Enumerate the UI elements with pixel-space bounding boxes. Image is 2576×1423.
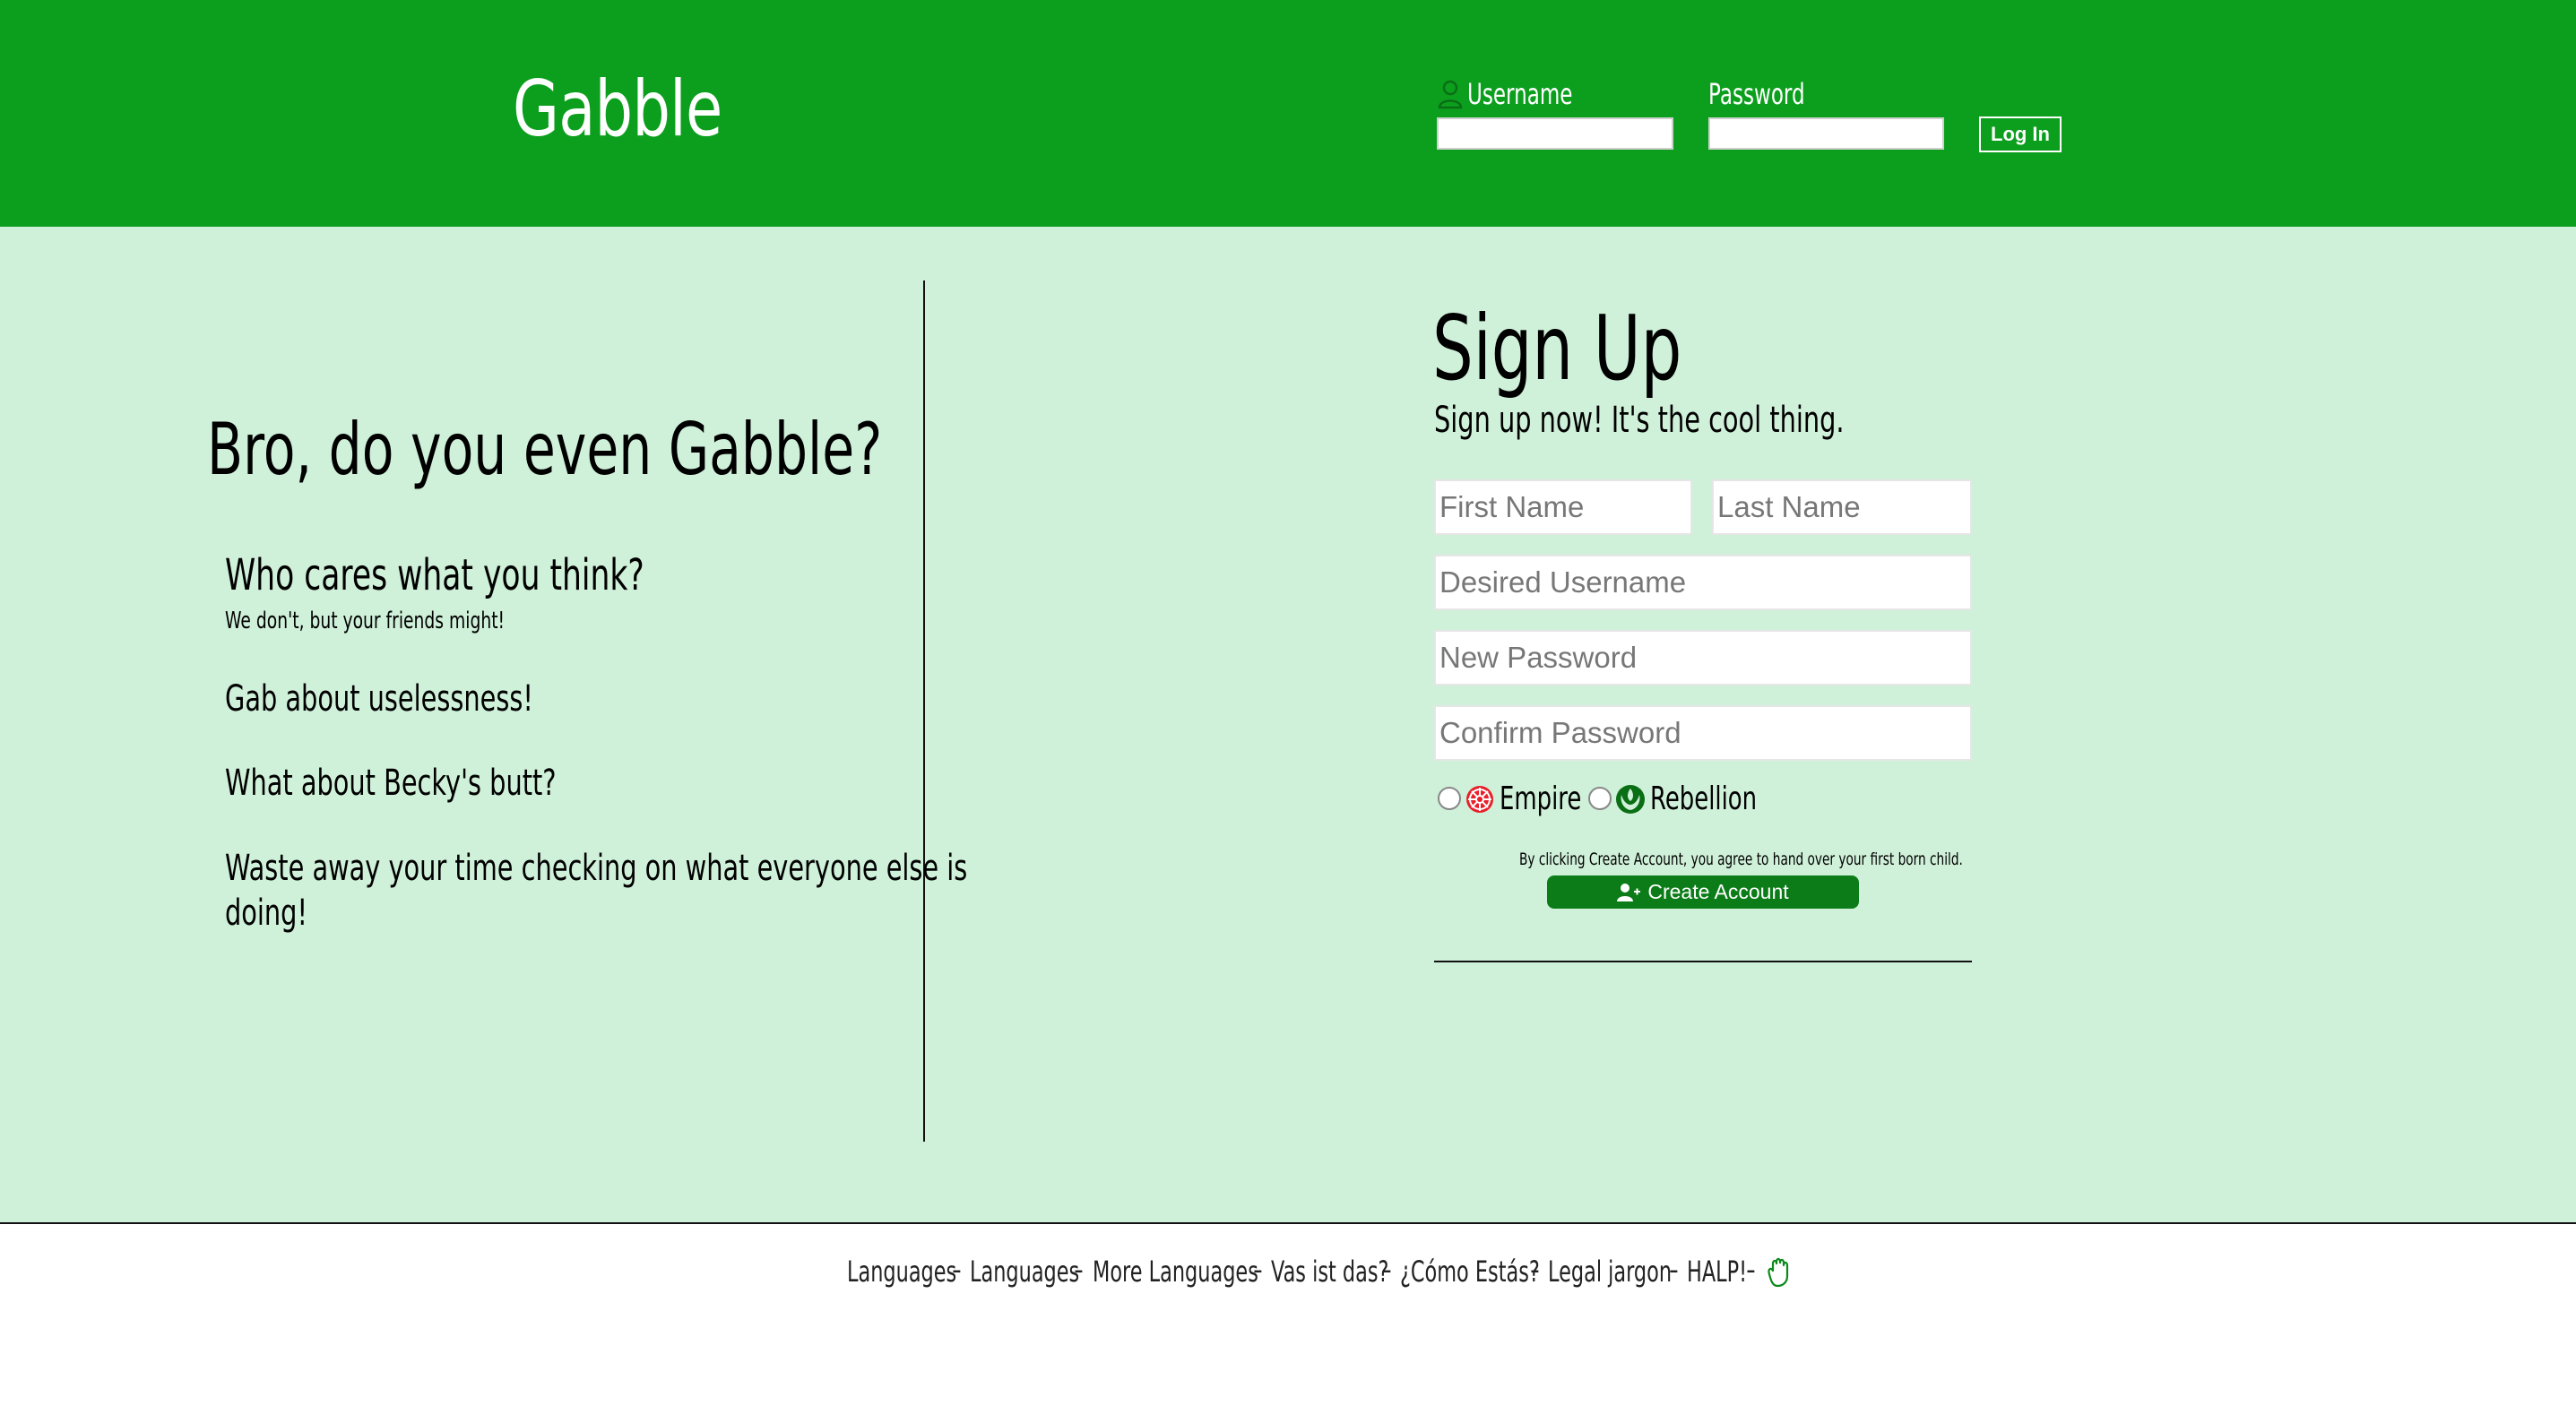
add-user-icon [1617,883,1641,901]
feature-title: Who cares what you think? [225,550,644,600]
desired-username-input[interactable] [1434,555,1972,610]
new-password-input[interactable] [1434,630,1972,686]
footer-link-more-languages[interactable]: More Languages [1093,1255,1258,1289]
login-password-input[interactable] [1708,117,1944,150]
feature-title-line: Waste away your time checking on what ev… [225,848,968,889]
footer-link-languages[interactable]: Languages [847,1255,956,1289]
first-name-input[interactable] [1434,479,1692,535]
footer-separator: - [1669,1255,1679,1286]
footer-separator: - [1074,1255,1084,1286]
feature-title: Gab about uselessness! [225,678,533,720]
rebellion-icon [1616,785,1645,814]
feature-title: What about Becky's butt? [225,763,557,804]
rebellion-radio[interactable] [1588,787,1612,810]
user-outline-icon [1438,80,1463,109]
empire-icon [1466,786,1493,813]
empire-label: Empire [1500,780,1582,817]
footer-link-legal-jargon[interactable]: Legal jargon [1548,1255,1672,1289]
footer-separator: - [1530,1255,1540,1286]
footer-link-halp[interactable]: HALP! [1687,1255,1747,1289]
login-username-input[interactable] [1437,117,1673,150]
footer-separator: - [1746,1255,1756,1286]
create-account-button[interactable]: Create Account [1547,875,1859,909]
footer-link-languages-2[interactable]: Languages [970,1255,1079,1289]
empire-radio[interactable] [1438,787,1461,810]
form-divider [1434,961,1972,962]
brand-logo[interactable]: Gabble [513,65,722,154]
footer-separator: - [1253,1255,1263,1286]
feature-title: Waste away your time checking on what ev… [225,846,967,936]
hand-icon[interactable] [1764,1256,1796,1289]
vertical-divider [923,280,925,1142]
rebellion-label: Rebellion [1650,780,1758,817]
feature-title-line: doing! [225,893,307,934]
signup-subtitle: Sign up now! It's the cool thing. [1434,400,1845,441]
login-button[interactable]: Log In [1979,116,2062,152]
password-label: Password [1708,77,1805,111]
main-section [0,227,2576,1224]
last-name-input[interactable] [1712,479,1972,535]
username-label: Username [1467,77,1573,111]
footer-separator: - [952,1255,962,1286]
footer-link-como-estas[interactable]: ¿Cómo Estás? [1400,1255,1540,1289]
footer-link-vas-ist-das[interactable]: Vas ist das? [1271,1255,1388,1289]
feature-subtitle: We don't, but your friends might! [225,608,506,634]
create-account-label: Create Account [1647,880,1789,903]
signup-title: Sign Up [1432,296,1682,401]
top-header: Gabble Username Password Log In [0,0,2576,227]
footer-separator: - [1382,1255,1392,1286]
legal-notice: By clicking Create Account, you agree to… [1519,849,1963,869]
hero-title: Bro, do you even Gabble? [207,408,883,491]
confirm-password-input[interactable] [1434,705,1972,761]
